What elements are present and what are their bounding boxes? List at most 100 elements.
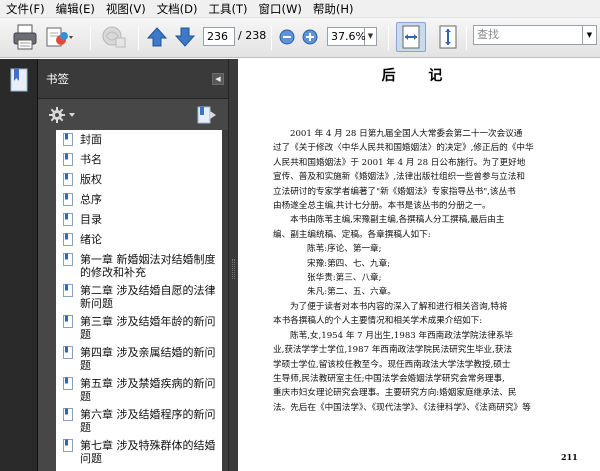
bookmark-item[interactable]: 版权 — [56, 170, 222, 190]
bookmark-label: 第三章 涉及结婚年龄的新问题 — [80, 315, 216, 341]
collaborate-icon[interactable] — [100, 24, 128, 53]
bookmark-item[interactable]: 封面 — [56, 130, 222, 150]
menu-window[interactable]: 窗口(W) — [255, 1, 306, 17]
bookmark-label: 第七章 涉及特殊群体的结婚问题 — [80, 439, 216, 465]
bookmark-icon — [63, 193, 73, 206]
bookmark-item[interactable]: 第五章 涉及禁婚疾病的新问题 — [56, 374, 222, 405]
bookmarks-panel-icon[interactable] — [9, 67, 29, 96]
bookmark-label: 第二章 涉及结婚自愿的法律新问题 — [80, 284, 216, 310]
text-line: 生导师,民法教研室主任;中国法学会婚姻法学研究会常务理事, — [273, 373, 505, 384]
bookmark-label: 版权 — [80, 173, 102, 186]
author-line: 陈苇:序论、第一章; — [307, 244, 382, 255]
bookmark-label: 总序 — [80, 193, 102, 206]
bookmark-label: 第一章 新婚姻法对结婚制度的修改和补充 — [80, 253, 216, 279]
zoom-level-input[interactable]: 37.6% — [327, 27, 366, 46]
previous-page-icon[interactable] — [146, 26, 168, 51]
menu-edit[interactable]: 编辑(E) — [52, 1, 99, 17]
bookmark-icon — [63, 233, 73, 246]
menu-bar: 文件(F) 编辑(E) 视图(V) 文档(D) 工具(T) 窗口(W) 帮助(H… — [0, 0, 600, 18]
navigation-rail — [0, 59, 38, 471]
bookmark-item[interactable]: 第七章 涉及特殊群体的结婚问题 — [56, 436, 222, 467]
bookmark-icon — [63, 173, 73, 186]
splitter-grip-icon — [232, 259, 235, 279]
bookmark-label: 书名 — [80, 153, 102, 166]
fit-page-icon[interactable] — [434, 23, 462, 54]
zoom-in-icon[interactable] — [302, 29, 318, 48]
text-line: 法。先后在《中国法学》、《现代法学》、《法律科学》、《法商研究》等 — [273, 402, 531, 413]
collapse-panel-icon[interactable]: ◀ — [212, 73, 224, 85]
author-line: 宋豫:第四、七、九章; — [307, 258, 391, 269]
page-total: / 238 — [238, 29, 267, 42]
text-line: 2001 年 4 月 28 日第九届全国人大常委会第二十一次会议通 — [290, 129, 523, 139]
bookmark-item[interactable]: 第四章 涉及亲属结婚的新问题 — [56, 343, 222, 374]
next-page-icon[interactable] — [174, 26, 196, 51]
main-toolbar: 236 / 238 37.6% ▼ 查找 ▼ — [0, 18, 600, 58]
text-line: 本书由陈苇主编,宋豫副主编,各撰稿人分工撰稿,最后由主 — [290, 215, 505, 226]
bookmark-icon — [63, 439, 73, 452]
document-page[interactable]: 后 记 2001 年 4 月 28 日第九届全国人大常委会第二十一次会议通 过了… — [238, 59, 600, 471]
bookmarks-toolbar — [38, 100, 228, 130]
bookmark-icon — [63, 315, 73, 328]
bookmark-label: 绪论 — [80, 233, 102, 246]
text-line: 人民共和国婚姻法》于 2001 年 4 月 28 日公布施行。为了更好地 — [273, 157, 526, 168]
bookmark-icon — [63, 133, 73, 146]
page-title: 后 记 — [381, 68, 457, 84]
text-line: 为了便于读者对本书内容的深入了解和进行相关咨询,特将 — [290, 301, 508, 312]
panel-splitter[interactable] — [228, 59, 238, 471]
bookmarks-header: 书签 ◀ — [38, 59, 228, 99]
toolbar-separator — [271, 26, 272, 50]
toolbar-separator — [466, 26, 467, 50]
bookmark-label: 第四章 涉及亲属结婚的新问题 — [80, 346, 216, 372]
toolbar-separator — [138, 26, 139, 50]
bookmark-icon — [63, 408, 73, 421]
text-line: 编、副主编统稿、定稿。各章撰稿人如下: — [273, 229, 431, 240]
expand-bookmark-icon[interactable] — [196, 105, 218, 128]
bookmark-item[interactable]: 总序 — [56, 190, 222, 210]
search-input[interactable]: 查找 — [473, 25, 583, 45]
bookmark-icon — [63, 153, 73, 166]
bookmark-item[interactable]: 第一章 新婚姻法对结婚制度的修改和补充 — [56, 250, 222, 281]
text-line: 学硕士学位,留该校任教至今。现任西南政法大学法学教授,硕士 — [273, 359, 511, 370]
bookmark-icon — [63, 284, 73, 297]
text-line: 由杨遂全总主编,共计七分册。本书是该丛书的分册之一。 — [273, 201, 491, 212]
text-line: 陈苇,女,1954 年 7 月出生,1983 年西南政法学院法律系毕 — [290, 330, 514, 341]
text-line: 本书各撰稿人的个人主要情况和相关学术成果介绍如下: — [273, 316, 483, 327]
text-line: 过了《关于修改〈中华人民共和国婚姻法〉的决定》,修正后的《中华 — [273, 143, 534, 154]
text-line: 立法研讨的专家学者编著了"新《婚姻法》专家指导丛书",该丛书 — [273, 186, 516, 197]
menu-help[interactable]: 帮助(H) — [309, 1, 358, 17]
bookmark-item[interactable]: 目录 — [56, 210, 222, 230]
options-gear-icon[interactable] — [48, 106, 76, 127]
zoom-out-icon[interactable] — [279, 29, 295, 48]
fit-width-icon[interactable] — [396, 22, 426, 52]
menu-view[interactable]: 视图(V) — [102, 1, 150, 17]
bookmark-label: 第五章 涉及禁婚疾病的新问题 — [80, 377, 216, 403]
bookmark-icon — [63, 377, 73, 390]
search-dropdown-icon[interactable]: ▼ — [583, 25, 597, 45]
bookmark-item[interactable]: 书名 — [56, 150, 222, 170]
author-line: 张华贵:第三、八章; — [307, 273, 382, 284]
bookmarks-panel: 书签 ◀ 封面 书名 版权 总序 目录 绪论 第一章 新婚姻法对结婚制度的修改和… — [38, 59, 228, 471]
bookmark-icon — [63, 253, 73, 266]
bookmark-icon — [63, 346, 73, 359]
bookmark-item[interactable]: 第六章 涉及结婚程序的新问题 — [56, 405, 222, 436]
share-icon[interactable] — [44, 25, 74, 52]
paragraph-intro: 2001 年 4 月 28 日第九届全国人大常委会第二十一次会议通 过了《关于修… — [273, 127, 593, 415]
toolbar-separator — [388, 26, 389, 50]
bookmark-item[interactable]: 绪论 — [56, 230, 222, 250]
bookmark-item[interactable]: 第三章 涉及结婚年龄的新问题 — [56, 312, 222, 343]
bookmark-label: 目录 — [80, 213, 102, 226]
menu-tools[interactable]: 工具(T) — [205, 1, 252, 17]
page-number-input[interactable]: 236 — [203, 27, 235, 46]
bookmarks-list: 封面 书名 版权 总序 目录 绪论 第一章 新婚姻法对结婚制度的修改和补充 第二… — [56, 130, 222, 471]
menu-document[interactable]: 文档(D) — [153, 1, 202, 17]
author-line: 朱凡:第二、五、六章。 — [307, 287, 396, 298]
bookmark-item[interactable]: 第二章 涉及结婚自愿的法律新问题 — [56, 281, 222, 312]
text-line: 业,获法学学士学位,1987 年西南政法学院民法研究生毕业,获法 — [273, 345, 513, 356]
zoom-dropdown-icon[interactable]: ▼ — [365, 27, 377, 46]
bookmarks-title: 书签 — [46, 72, 69, 86]
print-icon[interactable] — [12, 23, 38, 54]
menu-file[interactable]: 文件(F) — [2, 1, 49, 17]
bookmark-icon — [63, 213, 73, 226]
bookmark-label: 第六章 涉及结婚程序的新问题 — [80, 408, 216, 434]
text-line: 宣传、普及和实施新《婚姻法》,法律出版社组织一些曾参与立法和 — [273, 172, 525, 183]
